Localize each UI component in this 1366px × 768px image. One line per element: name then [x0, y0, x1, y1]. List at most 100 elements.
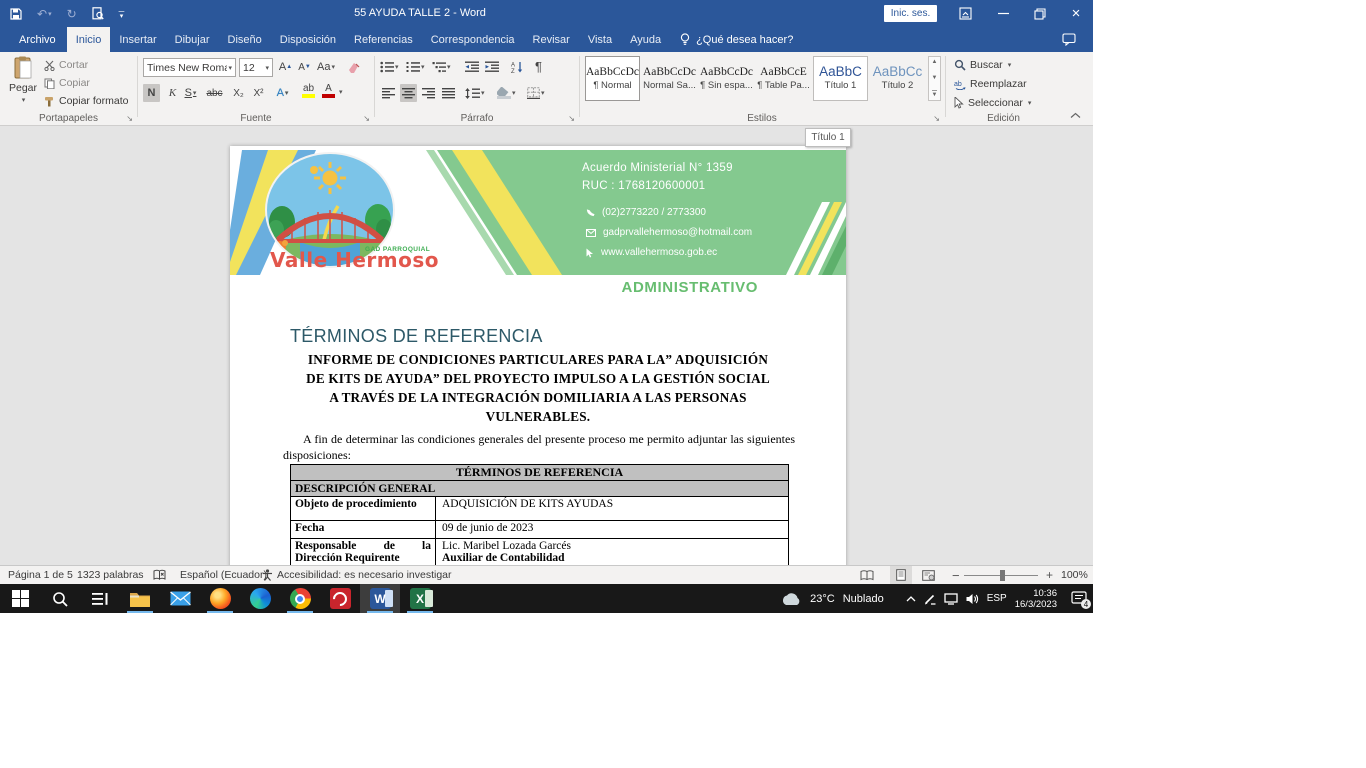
language-indicator[interactable]: Español (Ecuador): [180, 566, 267, 584]
paste-button[interactable]: Pegar ▾: [6, 56, 40, 112]
font-size-combo[interactable]: 12▾: [239, 58, 273, 77]
sign-in-button[interactable]: Inic. ses.: [884, 5, 937, 22]
word-button[interactable]: W: [360, 584, 400, 613]
align-left-button[interactable]: [380, 84, 397, 102]
styles-dialog-launcher-icon[interactable]: ↘: [933, 115, 940, 123]
tab-referencias[interactable]: Referencias: [345, 27, 422, 52]
replace-button[interactable]: ab Reemplazar: [954, 78, 1027, 90]
collapse-ribbon-icon[interactable]: [1070, 106, 1081, 124]
tab-ayuda[interactable]: Ayuda: [621, 27, 670, 52]
shading-button[interactable]: ▾: [497, 84, 516, 102]
reference-table[interactable]: TÉRMINOS DE REFERENCIA DESCRIPCIÓN GENER…: [290, 464, 789, 565]
taskbar-clock[interactable]: 10:36 16/3/2023: [1015, 588, 1057, 610]
tab-vista[interactable]: Vista: [579, 27, 621, 52]
proofing-icon[interactable]: [153, 566, 166, 584]
close-button[interactable]: ×: [1061, 0, 1091, 27]
grow-font-button[interactable]: A▲: [277, 58, 294, 76]
task-view-button[interactable]: [80, 584, 120, 613]
feedback-comment-icon[interactable]: [1062, 33, 1076, 51]
notification-center-button[interactable]: 4: [1071, 591, 1087, 606]
font-family-combo[interactable]: Times New Roma▾: [143, 58, 236, 77]
highlight-color-button[interactable]: ab: [300, 82, 317, 100]
format-painter-button[interactable]: Copiar formato: [44, 95, 128, 107]
tab-archivo[interactable]: Archivo: [8, 27, 67, 52]
chrome-button[interactable]: [280, 584, 320, 613]
minimize-button[interactable]: [988, 0, 1018, 27]
undo-icon[interactable]: ↶▾: [37, 7, 52, 21]
ribbon-display-options-button[interactable]: [950, 0, 980, 27]
start-button[interactable]: [0, 584, 40, 613]
cut-button[interactable]: Cortar: [44, 59, 88, 71]
save-icon[interactable]: [10, 8, 22, 20]
acrobat-button[interactable]: [320, 584, 360, 613]
weather-condition[interactable]: Nublado: [843, 593, 884, 605]
tab-revisar[interactable]: Revisar: [524, 27, 579, 52]
bold-button[interactable]: N: [143, 84, 160, 102]
clipboard-dialog-launcher-icon[interactable]: ↘: [126, 115, 133, 123]
underline-button[interactable]: S▾: [182, 84, 199, 102]
increase-indent-button[interactable]: [483, 58, 500, 76]
style-normal[interactable]: AaBbCcDc ¶ Normal: [585, 56, 640, 101]
web-layout-button[interactable]: [922, 566, 935, 584]
text-effects-button[interactable]: A▾: [274, 84, 291, 102]
tab-disposicion[interactable]: Disposición: [271, 27, 345, 52]
weather-temp[interactable]: 23°C: [810, 593, 835, 605]
tab-correspondencia[interactable]: Correspondencia: [422, 27, 524, 52]
style-titulo-1[interactable]: AaBbC Título 1: [813, 56, 868, 101]
find-button[interactable]: Buscar▾: [954, 59, 1011, 71]
network-icon[interactable]: [944, 593, 958, 605]
tab-dibujar[interactable]: Dibujar: [166, 27, 219, 52]
zoom-out-button[interactable]: −: [952, 566, 960, 584]
strikethrough-button[interactable]: abc: [206, 84, 223, 102]
bullet-list-button[interactable]: ▾: [380, 58, 399, 76]
hidden-icons-chevron[interactable]: [906, 596, 916, 602]
styles-gallery-scrollbar[interactable]: ▲ ▼ ▼: [928, 56, 941, 101]
font-dialog-launcher-icon[interactable]: ↘: [363, 115, 370, 123]
styles-scroll-up-icon[interactable]: ▲: [932, 59, 938, 65]
justify-button[interactable]: [440, 84, 457, 102]
zoom-level[interactable]: 100%: [1061, 566, 1088, 584]
change-case-button[interactable]: Aa▾: [317, 58, 335, 76]
customize-qat-icon[interactable]: ─▾: [119, 9, 125, 19]
zoom-slider[interactable]: [964, 566, 1038, 584]
volume-icon[interactable]: [966, 593, 979, 605]
zoom-slider-handle[interactable]: [1000, 570, 1005, 581]
align-center-button[interactable]: [400, 84, 417, 102]
multilevel-list-button[interactable]: ▾: [432, 58, 451, 76]
show-marks-button[interactable]: ¶: [530, 57, 547, 75]
restore-button[interactable]: [1025, 0, 1055, 27]
document-page[interactable]: Acuerdo Ministerial N° 1359 RUC : 176812…: [230, 146, 846, 565]
paragraph-dialog-launcher-icon[interactable]: ↘: [568, 115, 575, 123]
zoom-in-button[interactable]: +: [1046, 566, 1053, 584]
font-color-caret-icon[interactable]: ▾: [339, 88, 343, 96]
decrease-indent-button[interactable]: [463, 58, 480, 76]
mail-button[interactable]: [160, 584, 200, 613]
styles-more-icon[interactable]: ▼: [932, 90, 938, 98]
redo-icon[interactable]: ↻: [67, 7, 77, 21]
sort-button[interactable]: AZ: [509, 58, 526, 76]
read-mode-button[interactable]: [860, 566, 874, 584]
print-layout-button[interactable]: [890, 566, 912, 584]
tell-me-box[interactable]: ¿Qué desea hacer?: [680, 27, 793, 52]
superscript-button[interactable]: X²: [250, 84, 267, 102]
accessibility-status[interactable]: Accesibilidad: es necesario investigar: [262, 566, 452, 584]
select-button[interactable]: Seleccionar▾: [954, 97, 1031, 109]
subscript-button[interactable]: X₂: [230, 84, 247, 102]
taskbar-search-button[interactable]: [40, 584, 80, 613]
page-indicator[interactable]: Página 1 de 5: [8, 566, 73, 584]
style-table-paragraph[interactable]: AaBbCcE ¶ Table Pa...: [756, 56, 811, 101]
file-explorer-button[interactable]: [120, 584, 160, 613]
firefox-button[interactable]: [200, 584, 240, 613]
style-sin-espaciado[interactable]: AaBbCcDc ¶ Sin espa...: [699, 56, 754, 101]
align-right-button[interactable]: [420, 84, 437, 102]
italic-button[interactable]: K: [164, 84, 181, 102]
borders-button[interactable]: ▾: [527, 84, 545, 102]
numbered-list-button[interactable]: ▾: [406, 58, 425, 76]
pen-icon[interactable]: [924, 593, 936, 605]
letterhead-banner[interactable]: Acuerdo Ministerial N° 1359 RUC : 176812…: [230, 150, 846, 275]
print-preview-icon[interactable]: [92, 7, 104, 20]
weather-cloud-icon[interactable]: [780, 592, 802, 606]
style-titulo-2[interactable]: AaBbCc Título 2: [870, 56, 925, 101]
styles-scroll-down-icon[interactable]: ▼: [932, 75, 938, 81]
line-spacing-button[interactable]: ▾: [465, 84, 485, 102]
